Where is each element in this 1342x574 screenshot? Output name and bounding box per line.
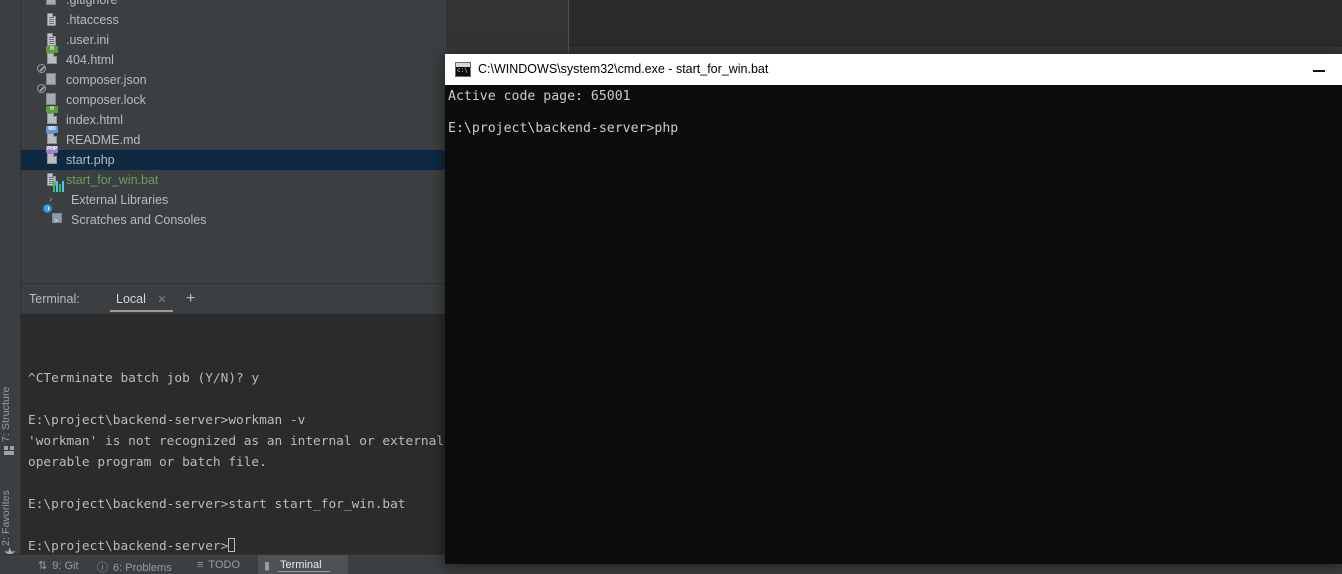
- todo-icon: ≡: [197, 559, 204, 571]
- tree-row-start-php[interactable]: PHP start.php: [21, 146, 446, 170]
- status-item-todo[interactable]: ≡ TODO: [197, 559, 240, 571]
- favorites-label: 2: Favorites: [0, 489, 12, 546]
- tree-row--user-ini[interactable]: .user.ini: [21, 30, 446, 50]
- tree-row-label: start.php: [66, 153, 115, 167]
- editor-tab-strip-right: [569, 0, 1342, 47]
- cmd-console-output[interactable]: Active code page: 65001 E:\project\backe…: [445, 85, 1342, 564]
- tree-row-icon: PHP: [46, 146, 60, 167]
- left-tool-strip: 7: Structure 2: Favorites ★: [0, 0, 21, 561]
- project-file-tree[interactable]: .gitignore .htaccess .user.ini H 404.html com…: [21, 0, 446, 232]
- cmd-line: [447, 105, 1342, 121]
- tree-row-start-for-win-bat[interactable]: start_for_win.bat: [21, 170, 446, 190]
- tree-row-label: start_for_win.bat: [66, 173, 159, 187]
- tree-row-composer-lock[interactable]: composer.lock: [21, 84, 446, 110]
- close-icon[interactable]: ✕: [157, 294, 166, 306]
- editor-split-divider[interactable]: [568, 0, 569, 55]
- terminal-line: operable program or batch file.: [28, 455, 267, 470]
- cmd-console-icon: [455, 62, 471, 77]
- tree-row-composer-json[interactable]: composer.json: [21, 64, 446, 90]
- tree-row-external-libraries[interactable]: › External Libraries: [21, 181, 446, 210]
- terminal-title: Terminal:: [29, 292, 80, 306]
- terminal-line: E:\project\backend-server>workman -v: [28, 413, 306, 428]
- plus-icon[interactable]: +: [186, 284, 195, 314]
- tree-row-icon: MD: [46, 126, 60, 147]
- tree-row-icon: [37, 64, 60, 87]
- terminal-output[interactable]: ^CTerminate batch job (Y/N)? y E:\projec…: [21, 314, 446, 555]
- terminal-tab-label: Local: [116, 292, 146, 306]
- tree-row-icon: [46, 0, 60, 7]
- status-item-git-label: 9: Git: [52, 560, 79, 572]
- tree-row-label: composer.lock: [66, 93, 146, 107]
- terminal-line: E:\project\backend-server>start start_fo…: [28, 497, 406, 512]
- tree-row-label: .gitignore: [66, 0, 118, 7]
- cmd-line: E:\project\backend-server>php: [448, 121, 679, 136]
- terminal-caret: [228, 538, 236, 552]
- project-tool-window[interactable]: .gitignore .htaccess .user.ini H 404.html com…: [21, 0, 446, 283]
- tree-row-icon: [46, 33, 60, 47]
- tree-row-label: 404.html: [66, 53, 114, 67]
- tree-row-icon: H: [46, 46, 60, 67]
- tree-row-index-html[interactable]: Hindex.html: [21, 106, 446, 130]
- tab-active-underline: [110, 310, 173, 312]
- status-item-terminal[interactable]: ▮ Terminal: [258, 555, 348, 574]
- tree-row-icon: [43, 204, 66, 232]
- tree-row-label: Scratches and Consoles: [71, 213, 207, 227]
- cmd-title-bar[interactable]: C:\WINDOWS\system32\cmd.exe - start_for_…: [445, 54, 1342, 85]
- tree-row--htaccess[interactable]: .htaccess: [21, 10, 446, 30]
- tree-row-icon: [52, 181, 66, 207]
- tree-row-scratches-and-consoles[interactable]: Scratches and Consoles: [21, 204, 446, 232]
- tree-row-label: README.md: [66, 133, 141, 147]
- minimize-icon[interactable]: [1297, 54, 1342, 85]
- tree-row-icon: H: [46, 106, 60, 127]
- status-item-problems-label: 6: Problems: [113, 562, 172, 574]
- cmd-console-window[interactable]: C:\WINDOWS\system32\cmd.exe - start_for_…: [445, 54, 1342, 564]
- warning-icon: ⓘ: [97, 562, 108, 574]
- tree-row--gitignore[interactable]: .gitignore: [21, 0, 446, 10]
- tree-row-label: External Libraries: [71, 193, 169, 207]
- terminal-icon: ▮: [264, 560, 271, 572]
- cmd-line: Active code page: 65001: [448, 89, 631, 104]
- terminal-line: ^CTerminate batch job (Y/N)? y: [28, 371, 260, 386]
- tree-row-label: index.html: [66, 113, 123, 127]
- terminal-line: 'workman' is not recognized as an intern…: [28, 434, 445, 449]
- tool-window-button-structure[interactable]: 7: Structure: [0, 372, 20, 442]
- git-icon: ⇅: [38, 560, 48, 572]
- status-active-underline: [278, 571, 330, 572]
- status-item-problems[interactable]: ⓘ 6: Problems: [97, 559, 172, 574]
- cmd-title-text: C:\WINDOWS\system32\cmd.exe - start_for_…: [478, 62, 769, 76]
- status-item-terminal-label: Terminal: [280, 559, 322, 571]
- terminal-tab-local[interactable]: Local ✕: [110, 284, 173, 314]
- tree-row-404-html[interactable]: H 404.html: [21, 46, 446, 70]
- structure-label: 7: Structure: [0, 386, 12, 442]
- tool-window-button-favorites[interactable]: 2: Favorites: [0, 478, 20, 546]
- status-item-todo-label: TODO: [208, 559, 240, 571]
- tree-row-label: composer.json: [66, 73, 147, 87]
- terminal-line: E:\project\backend-server>: [28, 536, 446, 555]
- tree-row-readme-md[interactable]: MD README.md: [21, 126, 446, 150]
- terminal-header: Terminal: Local ✕ +: [21, 284, 446, 314]
- tree-row-label: .user.ini: [66, 33, 110, 47]
- tree-row-icon: [37, 84, 60, 107]
- structure-icon: [4, 446, 15, 455]
- status-item-git[interactable]: ⇅ 9: Git: [38, 559, 79, 572]
- terminal-tool-window[interactable]: Terminal: Local ✕ + ^CTerminate batch jo…: [21, 284, 446, 555]
- tree-row-label: .htaccess: [66, 13, 119, 27]
- tree-row-icon: [46, 13, 60, 27]
